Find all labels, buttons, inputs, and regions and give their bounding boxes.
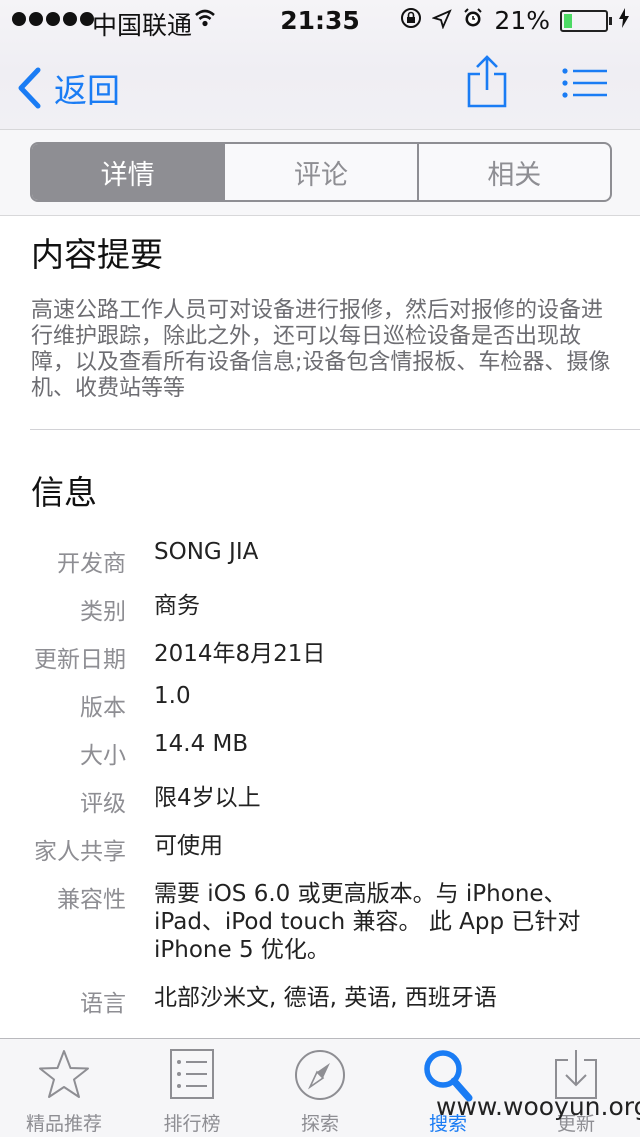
charging-icon <box>618 6 630 35</box>
section-divider <box>30 429 640 430</box>
tab-bar: 精品推荐 排行榜 探索 搜索 更新 <box>0 1038 640 1137</box>
summary-text: 高速公路工作人员可对设备进行报修，然后对报修的设备进行维护跟踪，除此之外，还可以… <box>31 298 611 401</box>
watermark: www.wooyun.org <box>436 1092 640 1121</box>
ranking-list-icon <box>170 1049 214 1099</box>
back-button-label: 返回 <box>54 71 120 110</box>
segmented-control: 详情 评论 相关 <box>30 142 612 202</box>
share-button[interactable] <box>466 54 508 112</box>
info-label: 兼容性 <box>57 887 126 913</box>
battery-icon <box>560 9 612 32</box>
tab-related[interactable]: 相关 <box>419 144 610 200</box>
summary-heading: 内容提要 <box>31 235 163 274</box>
tab-explore[interactable]: 探索 <box>256 1039 384 1137</box>
info-label: 语言 <box>80 991 126 1017</box>
info-value: SONG JIA <box>154 539 259 565</box>
list-icon <box>562 68 607 98</box>
battery-percent: 21% <box>494 6 550 35</box>
info-label: 版本 <box>80 695 126 721</box>
status-bar: 中国联通 21:35 21% <box>0 0 640 40</box>
tab-label: 排行榜 <box>163 1113 221 1135</box>
info-value: 14.4 MB <box>154 731 249 757</box>
info-label: 评级 <box>80 791 126 817</box>
back-button[interactable]: 返回 <box>16 64 120 112</box>
navigation-bar: 返回 <box>0 40 640 128</box>
tab-reviews[interactable]: 评论 <box>225 144 419 200</box>
tab-updates[interactable]: 更新 <box>512 1039 640 1137</box>
info-value: 2014年8月21日 <box>154 641 326 667</box>
info-value: 限4岁以上 <box>154 785 261 811</box>
tab-search[interactable]: 搜索 <box>384 1039 512 1137</box>
tab-featured[interactable]: 精品推荐 <box>0 1039 128 1137</box>
info-value: 1.0 <box>154 683 191 709</box>
star-icon <box>39 1050 89 1098</box>
segment-bar: 详情 评论 相关 <box>0 130 640 216</box>
list-menu-button[interactable] <box>562 68 608 102</box>
top-bar: 中国联通 21:35 21% 返回 <box>0 0 640 130</box>
tab-top-charts[interactable]: 排行榜 <box>128 1039 256 1137</box>
info-value: 可使用 <box>154 833 223 859</box>
location-arrow-icon <box>431 6 453 35</box>
info-label: 类别 <box>80 599 126 625</box>
tab-details[interactable]: 详情 <box>32 144 226 200</box>
tab-label: 探索 <box>300 1113 339 1135</box>
info-label: 更新日期 <box>34 647 126 673</box>
alarm-icon <box>462 6 484 35</box>
info-label: 开发商 <box>57 551 126 577</box>
share-icon <box>467 55 507 108</box>
tab-label: 精品推荐 <box>25 1113 102 1135</box>
info-value: 商务 <box>154 593 200 619</box>
info-heading: 信息 <box>31 473 97 512</box>
info-value: 北部沙米文, 德语, 英语, 西班牙语 <box>154 985 497 1011</box>
info-label: 家人共享 <box>34 839 126 865</box>
info-label: 大小 <box>80 743 126 769</box>
info-value: 需要 iOS 6.0 或更高版本。与 iPhone、iPad、iPod touc… <box>154 881 581 963</box>
compass-icon <box>295 1050 345 1100</box>
rotation-lock-icon <box>400 6 422 35</box>
chevron-left-icon <box>18 67 41 109</box>
battery-level <box>564 13 573 28</box>
